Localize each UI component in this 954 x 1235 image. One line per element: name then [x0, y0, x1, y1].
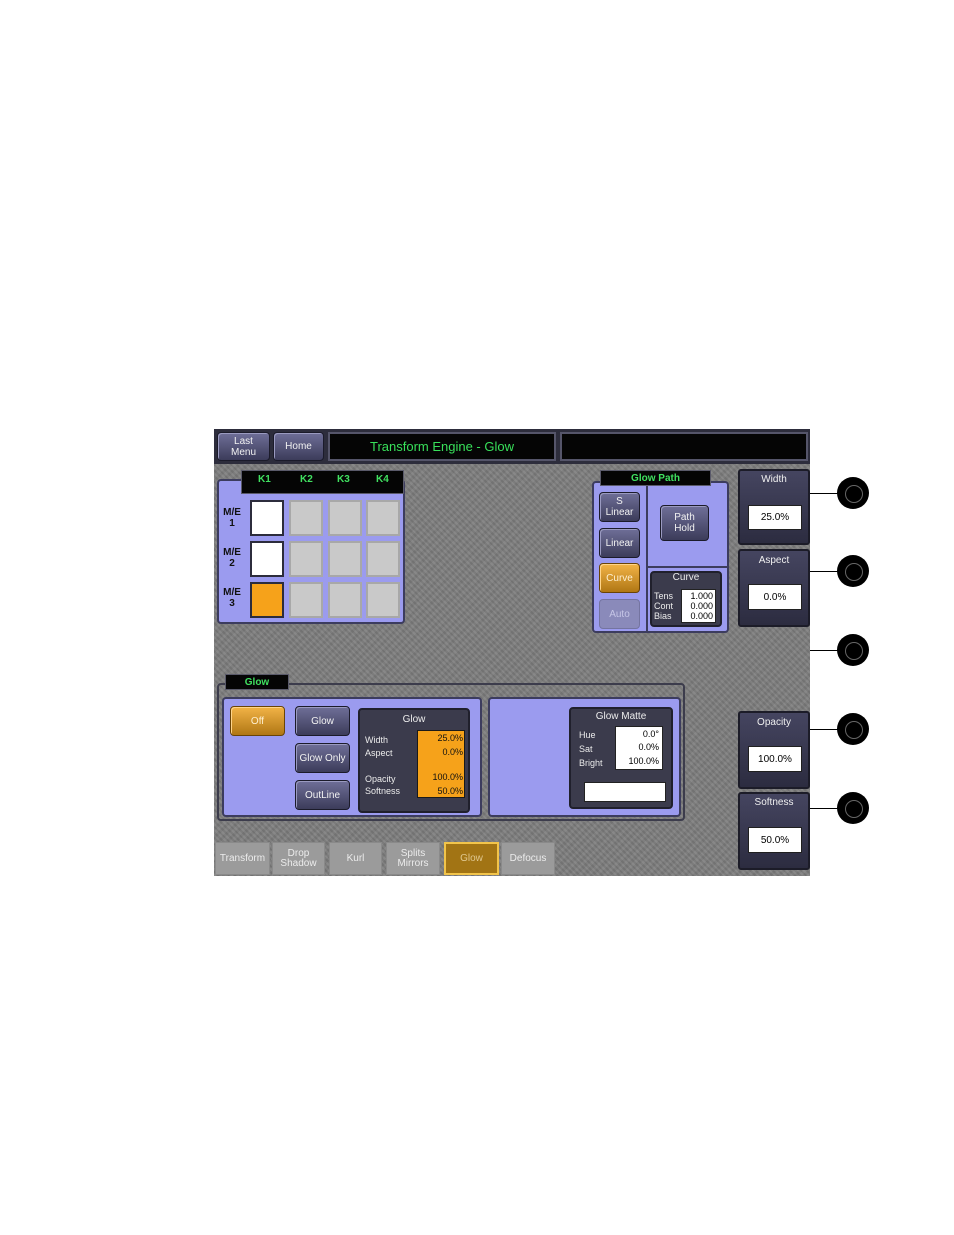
glow-summary-title: Glow	[402, 714, 426, 725]
linear-button[interactable]: Linear	[599, 528, 640, 558]
cont-label: Cont	[654, 601, 674, 611]
keyer-cell-me1-k4[interactable]	[366, 500, 400, 536]
softness-knob-label: Softness	[754, 797, 794, 808]
summary-aspect-value: 0.0%	[442, 747, 463, 757]
s-linear-button[interactable]: S Linear	[599, 492, 640, 522]
matte-color-swatch[interactable]	[584, 782, 666, 802]
keyer-cell-me1-k3[interactable]	[328, 500, 362, 536]
glow-matte-title: Glow Matte	[595, 711, 647, 722]
tab-glow[interactable]: Glow	[444, 842, 499, 875]
path-hold-button[interactable]: Path Hold	[660, 505, 709, 541]
knob-3-callout-line	[810, 650, 840, 651]
knob-3-icon[interactable]	[838, 635, 868, 665]
sat-label: Sat	[579, 744, 593, 754]
summary-opacity-label: Opacity	[365, 774, 396, 784]
me2-label: M/E 2	[223, 547, 241, 569]
keyer-cell-me2-k2[interactable]	[289, 541, 323, 577]
knob-2-icon[interactable]	[838, 556, 868, 586]
keyer-cell-me3-k1[interactable]	[250, 582, 284, 618]
glow-section-title: Glow	[225, 674, 289, 690]
tens-value[interactable]: 1.000	[682, 591, 715, 601]
cont-value[interactable]: 0.000	[682, 601, 715, 611]
k3-label: K3	[337, 474, 350, 485]
bright-value[interactable]: 100.0%	[616, 756, 661, 766]
tab-transform[interactable]: Transform	[215, 842, 270, 875]
knob-1-icon[interactable]	[838, 478, 868, 508]
bias-label: Bias	[654, 611, 672, 621]
aspect-knob-label: Aspect	[758, 555, 790, 566]
status-box	[560, 432, 808, 461]
tab-splits-mirrors[interactable]: Splits Mirrors	[386, 842, 440, 875]
curve-box-title: Curve	[672, 572, 700, 583]
page-title: Transform Engine - Glow	[328, 432, 556, 461]
k1-label: K1	[258, 474, 271, 485]
width-knob-label: Width	[761, 474, 787, 485]
softness-knob-value: 50.0%	[748, 827, 802, 853]
summary-softness-label: Softness	[365, 786, 401, 796]
knob-4-icon[interactable]	[838, 714, 868, 744]
width-knob-value: 25.0%	[748, 505, 802, 530]
transform-engine-screen: Last Menu Home Transform Engine - Glow K…	[214, 429, 810, 876]
me1-label: M/E 1	[223, 507, 241, 529]
hue-value[interactable]: 0.0°	[616, 729, 661, 739]
tab-drop-shadow[interactable]: Drop Shadow	[272, 842, 325, 875]
keyer-cell-me1-k2[interactable]	[289, 500, 323, 536]
summary-aspect-label: Aspect	[365, 748, 393, 758]
last-menu-button[interactable]: Last Menu	[217, 432, 270, 461]
knob-2-callout-line	[810, 571, 840, 572]
keyer-cell-me1-k1[interactable]	[250, 500, 284, 536]
glow-path-divider-h	[648, 566, 727, 568]
tab-kurl[interactable]: Kurl	[329, 842, 382, 875]
knob-4-callout-line	[810, 729, 840, 730]
k4-label: K4	[376, 474, 389, 485]
keyer-cell-me3-k2[interactable]	[289, 582, 323, 618]
glow-path-title: Glow Path	[600, 470, 711, 486]
aspect-knob-value: 0.0%	[748, 584, 802, 610]
home-button[interactable]: Home	[273, 432, 324, 461]
opacity-knob-label: Opacity	[757, 717, 791, 728]
keyer-cell-me3-k4[interactable]	[366, 582, 400, 618]
auto-button[interactable]: Auto	[599, 599, 640, 629]
glow-off-button[interactable]: Off	[230, 706, 285, 736]
k2-label: K2	[300, 474, 313, 485]
tens-label: Tens	[654, 591, 674, 601]
keyer-cell-me2-k1[interactable]	[250, 541, 284, 577]
curve-button[interactable]: Curve	[599, 563, 640, 593]
me3-label: M/E 3	[223, 587, 241, 609]
opacity-knob-value: 100.0%	[748, 746, 802, 772]
summary-opacity-value: 100.0%	[432, 772, 463, 782]
bias-value[interactable]: 0.000	[682, 611, 715, 621]
keyer-cell-me3-k3[interactable]	[328, 582, 362, 618]
summary-width-label: Width	[365, 735, 389, 745]
sat-value[interactable]: 0.0%	[616, 742, 661, 752]
summary-width-value: 25.0%	[437, 733, 463, 743]
outline-button[interactable]: OutLine	[295, 780, 350, 810]
tab-defocus[interactable]: Defocus	[501, 842, 555, 875]
summary-softness-value: 50.0%	[437, 786, 463, 796]
knob-1-callout-line	[810, 493, 840, 494]
keyer-cell-me2-k4[interactable]	[366, 541, 400, 577]
glow-path-divider	[646, 483, 648, 631]
keyer-cell-me2-k3[interactable]	[328, 541, 362, 577]
knob-5-icon[interactable]	[838, 793, 868, 823]
glow-only-button[interactable]: Glow Only	[295, 743, 350, 773]
glow-button[interactable]: Glow	[295, 706, 350, 736]
knob-5-callout-line	[810, 808, 840, 809]
bright-label: Bright	[579, 758, 603, 768]
hue-label: Hue	[579, 730, 596, 740]
